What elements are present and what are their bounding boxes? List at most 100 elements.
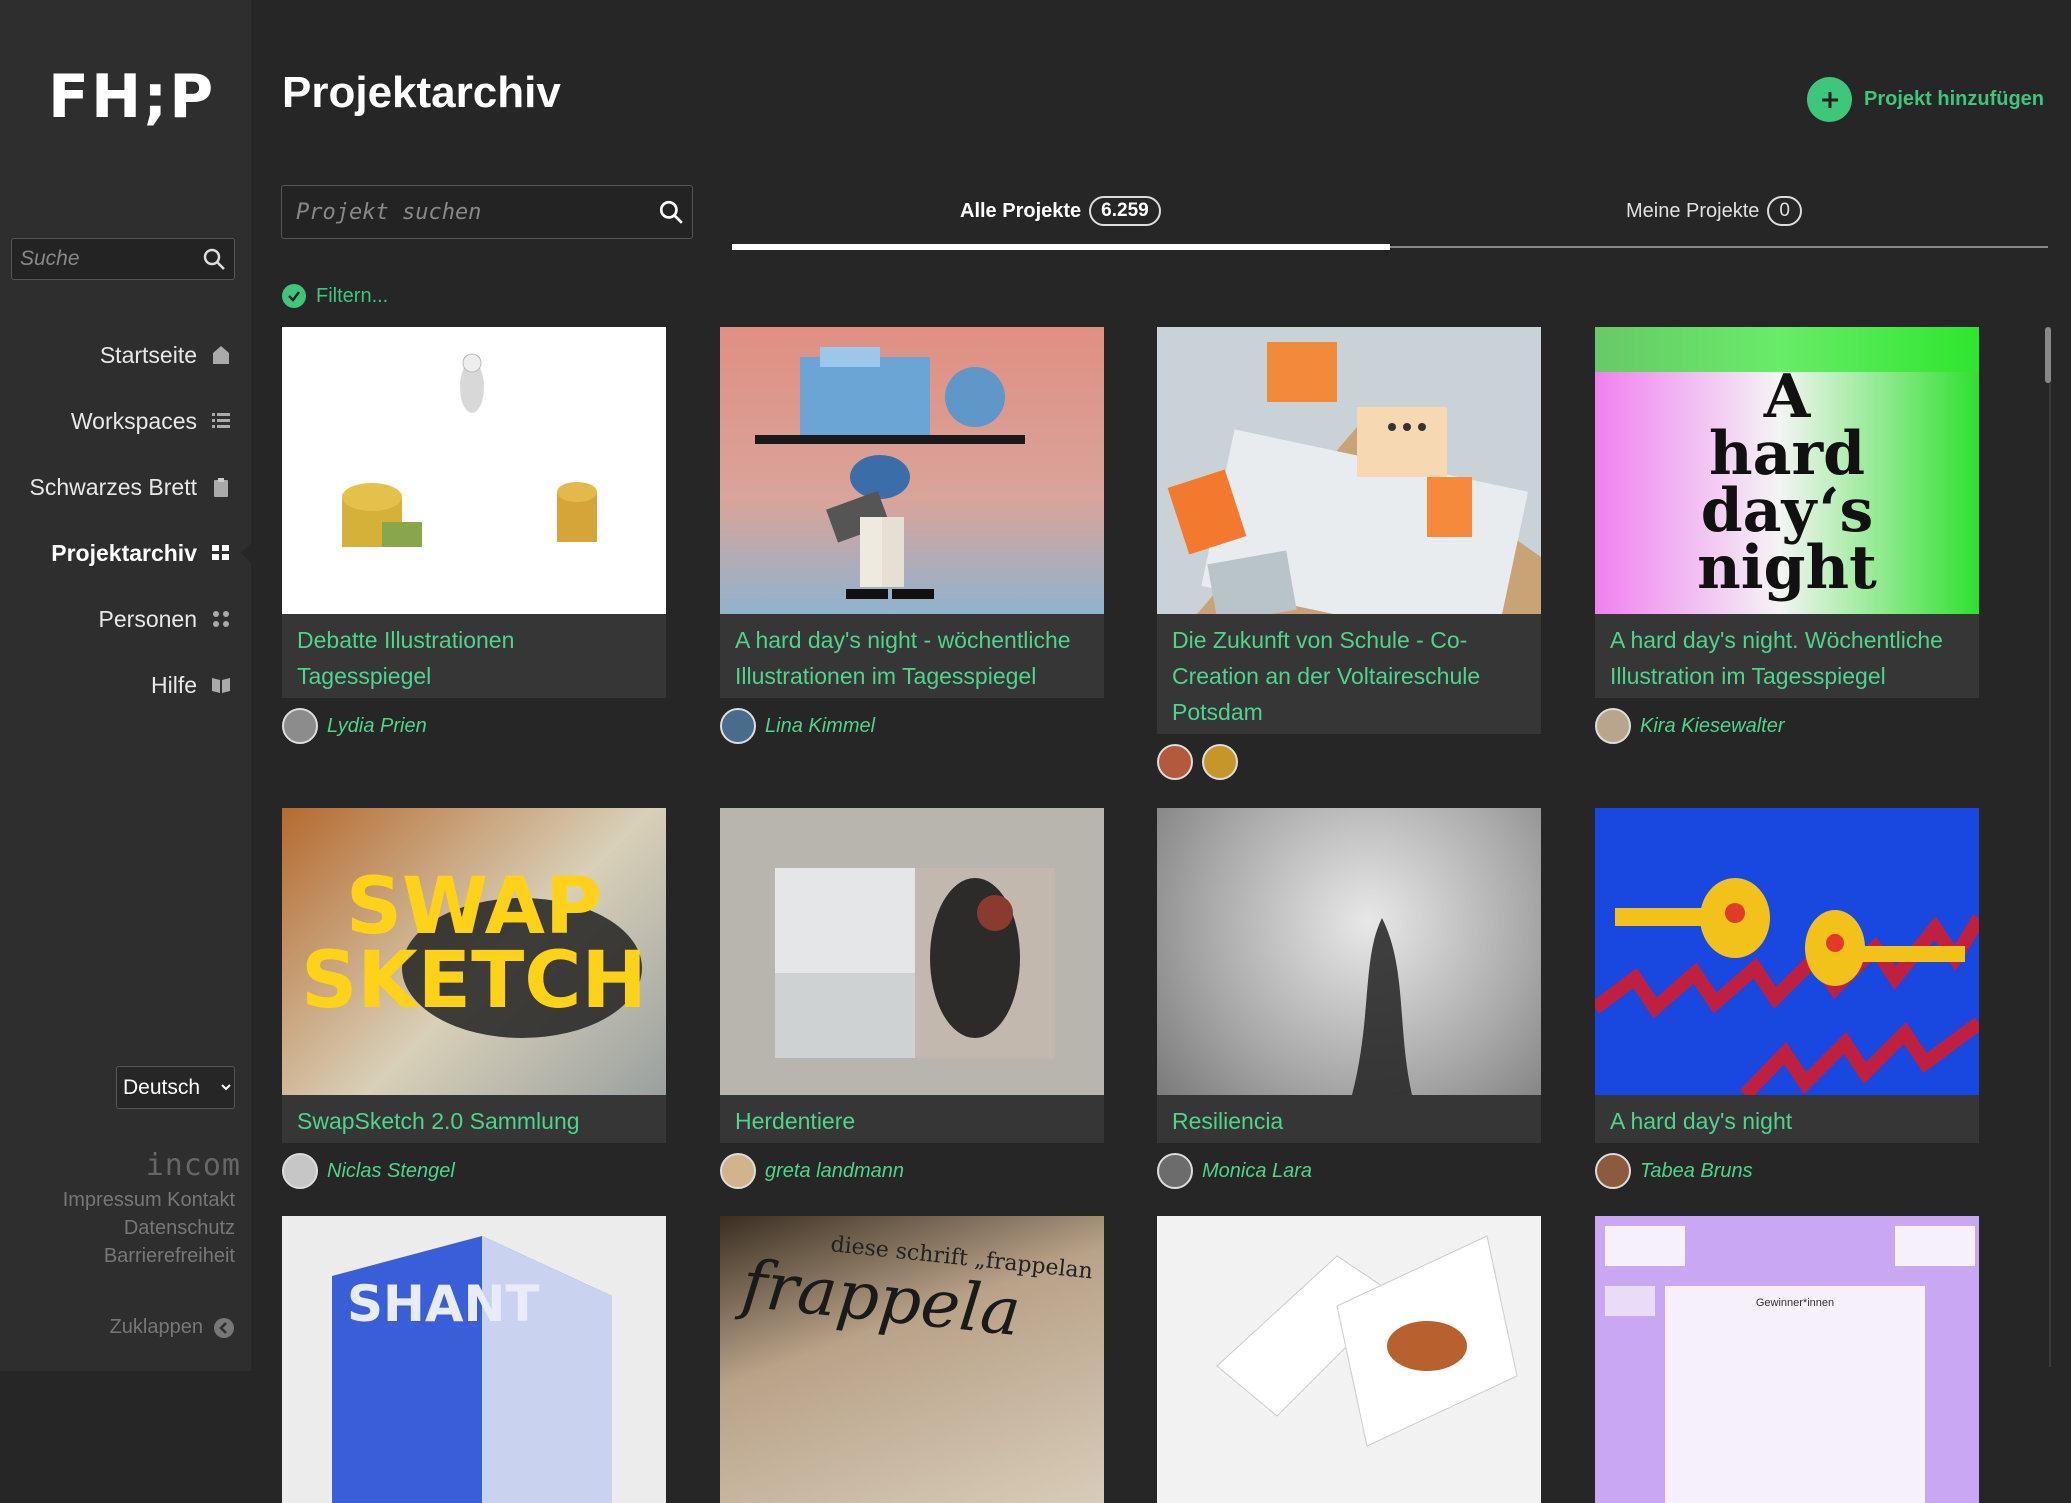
- author-name[interactable]: Lina Kimmel: [765, 715, 875, 738]
- sidebar-item-personen[interactable]: Personen: [0, 586, 251, 652]
- avatar[interactable]: [1595, 1153, 1631, 1189]
- grid-icon: [212, 545, 229, 560]
- project-card[interactable]: frappela diese schrift „frappelan: [720, 1216, 1104, 1503]
- author-name[interactable]: Niclas Stengel: [327, 1160, 455, 1183]
- project-title[interactable]: SwapSketch 2.0 Sammlung: [282, 1095, 666, 1143]
- project-title[interactable]: Herdentiere: [720, 1095, 1104, 1143]
- project-title[interactable]: Resiliencia: [1157, 1095, 1541, 1143]
- thumbnail-text-line: night: [1697, 533, 1877, 603]
- author-list: greta landmann: [720, 1153, 1104, 1189]
- tab-alle-projekte[interactable]: Alle Projekte 6.259: [960, 196, 1161, 226]
- collapse-button[interactable]: Zuklappen: [110, 1316, 235, 1339]
- sidebar-search[interactable]: [11, 238, 235, 280]
- sidebar-item-projektarchiv[interactable]: Projektarchiv: [0, 520, 252, 586]
- avatar[interactable]: [720, 1153, 756, 1189]
- project-tabs: Alle Projekte 6.259 Meine Projekte 0: [732, 190, 2048, 250]
- author-list: Monica Lara: [1157, 1153, 1541, 1189]
- project-card[interactable]: Ahard day‘s night A hard day's night. Wöch…: [1595, 327, 1979, 744]
- author-name[interactable]: Kira Kiesewalter: [1640, 715, 1785, 738]
- author-list: Lina Kimmel: [720, 708, 1104, 744]
- sidebar-item-label: Schwarzes Brett: [29, 473, 197, 500]
- sidebar-item-schwarzes-brett[interactable]: Schwarzes Brett: [0, 454, 251, 520]
- project-thumbnail[interactable]: frappela diese schrift „frappelan: [720, 1216, 1104, 1503]
- sidebar-nav: Startseite Workspaces Schwarzes Brett Pr…: [0, 322, 252, 718]
- impressum-link[interactable]: Impressum: [63, 1189, 162, 1211]
- project-card[interactable]: [1157, 1216, 1541, 1503]
- check-icon: [282, 284, 306, 308]
- count-badge: 6.259: [1089, 196, 1161, 226]
- project-title[interactable]: Debatte Illustrationen Tagesspiegel: [282, 614, 666, 698]
- incom-logo[interactable]: incom: [146, 1148, 241, 1183]
- project-card[interactable]: A hard day's night - wöchentliche Illust…: [720, 327, 1104, 744]
- search-icon[interactable]: [658, 199, 684, 230]
- project-thumbnail[interactable]: [1595, 808, 1979, 1095]
- book-icon: [212, 678, 230, 693]
- avatar[interactable]: [720, 708, 756, 744]
- project-thumbnail[interactable]: [1157, 808, 1541, 1095]
- language-select[interactable]: Deutsch: [116, 1066, 235, 1109]
- count-badge: 0: [1767, 196, 1802, 226]
- scrollbar-thumb[interactable]: [2045, 327, 2051, 383]
- avatar[interactable]: [282, 708, 318, 744]
- project-thumbnail[interactable]: SHANT: [282, 1216, 666, 1503]
- datenschutz-link[interactable]: Datenschutz: [124, 1217, 235, 1239]
- project-card[interactable]: A hard day's night Tabea Bruns: [1595, 808, 1979, 1189]
- author-list: Lydia Prien: [282, 708, 666, 744]
- project-search-input[interactable]: [296, 186, 636, 238]
- sidebar-item-workspaces[interactable]: Workspaces: [0, 388, 251, 454]
- project-thumbnail[interactable]: [1157, 327, 1541, 614]
- author-name[interactable]: Monica Lara: [1202, 1160, 1312, 1183]
- avatar[interactable]: [1157, 1153, 1193, 1189]
- thumbnail-text: Gewinner*innen: [1756, 1297, 1834, 1309]
- project-thumbnail[interactable]: [720, 327, 1104, 614]
- project-card[interactable]: Die Zukunft von Schule - Co-Creation an …: [1157, 327, 1541, 780]
- sidebar-search-input[interactable]: [20, 239, 200, 279]
- project-thumbnail[interactable]: [282, 327, 666, 614]
- sidebar: FH;P Startseite Workspaces Schwarzes Bre…: [0, 0, 252, 1371]
- people-icon: [213, 611, 229, 627]
- project-title[interactable]: A hard day's night. Wöchentliche Illustr…: [1595, 614, 1979, 698]
- sidebar-item-label: Hilfe: [150, 671, 197, 698]
- project-thumbnail[interactable]: Gewinner*innen: [1595, 1216, 1979, 1503]
- project-card[interactable]: Herdentiere greta landmann: [720, 808, 1104, 1189]
- add-project-button[interactable]: Projekt hinzufügen: [1807, 77, 2044, 122]
- filter-toggle[interactable]: Filtern...: [282, 284, 388, 308]
- filter-label: Filtern...: [316, 284, 389, 307]
- project-card[interactable]: SHANT: [282, 1216, 666, 1503]
- avatar[interactable]: [282, 1153, 318, 1189]
- project-card[interactable]: Gewinner*innen: [1595, 1216, 1979, 1503]
- thumbnail-text: Ahard day‘s night: [1697, 362, 1877, 603]
- home-icon: [213, 346, 229, 364]
- project-thumbnail[interactable]: SWAP SKETCH: [282, 808, 666, 1095]
- search-icon[interactable]: [202, 247, 226, 276]
- project-thumbnail[interactable]: Ahard day‘s night: [1595, 327, 1979, 614]
- sidebar-item-hilfe[interactable]: Hilfe: [0, 652, 251, 718]
- project-card[interactable]: Debatte Illustrationen Tagesspiegel Lydi…: [282, 327, 666, 744]
- plus-icon: [1807, 77, 1852, 122]
- project-title[interactable]: A hard day's night - wöchentliche Illust…: [720, 614, 1104, 698]
- scroll-track[interactable]: [2049, 327, 2051, 1367]
- project-thumbnail[interactable]: [720, 808, 1104, 1095]
- project-search[interactable]: [281, 185, 693, 239]
- author-name[interactable]: greta landmann: [765, 1160, 904, 1183]
- tab-label: Alle Projekte: [960, 199, 1082, 222]
- sidebar-item-label: Workspaces: [70, 407, 197, 434]
- project-thumbnail[interactable]: [1157, 1216, 1541, 1503]
- barrierefreiheit-link[interactable]: Barrierefreiheit: [104, 1245, 235, 1267]
- avatar[interactable]: [1157, 744, 1193, 780]
- author-name[interactable]: Lydia Prien: [327, 715, 427, 738]
- avatar[interactable]: [1595, 708, 1631, 744]
- kontakt-link[interactable]: Kontakt: [167, 1189, 235, 1211]
- avatar[interactable]: [1202, 744, 1238, 780]
- project-card[interactable]: SWAP SKETCH SwapSketch 2.0 Sammlung Nicla…: [282, 808, 666, 1189]
- collapse-label: Zuklappen: [109, 1316, 203, 1338]
- logo[interactable]: FH;P: [48, 62, 215, 132]
- sidebar-item-label: Startseite: [99, 341, 197, 368]
- clipboard-icon: [214, 478, 228, 497]
- sidebar-item-startseite[interactable]: Startseite: [0, 322, 251, 388]
- project-title[interactable]: Die Zukunft von Schule - Co-Creation an …: [1157, 614, 1541, 734]
- author-name[interactable]: Tabea Bruns: [1640, 1160, 1753, 1183]
- tab-meine-projekte[interactable]: Meine Projekte 0: [1626, 196, 1802, 226]
- project-title[interactable]: A hard day's night: [1595, 1095, 1979, 1143]
- project-card[interactable]: Resiliencia Monica Lara: [1157, 808, 1541, 1189]
